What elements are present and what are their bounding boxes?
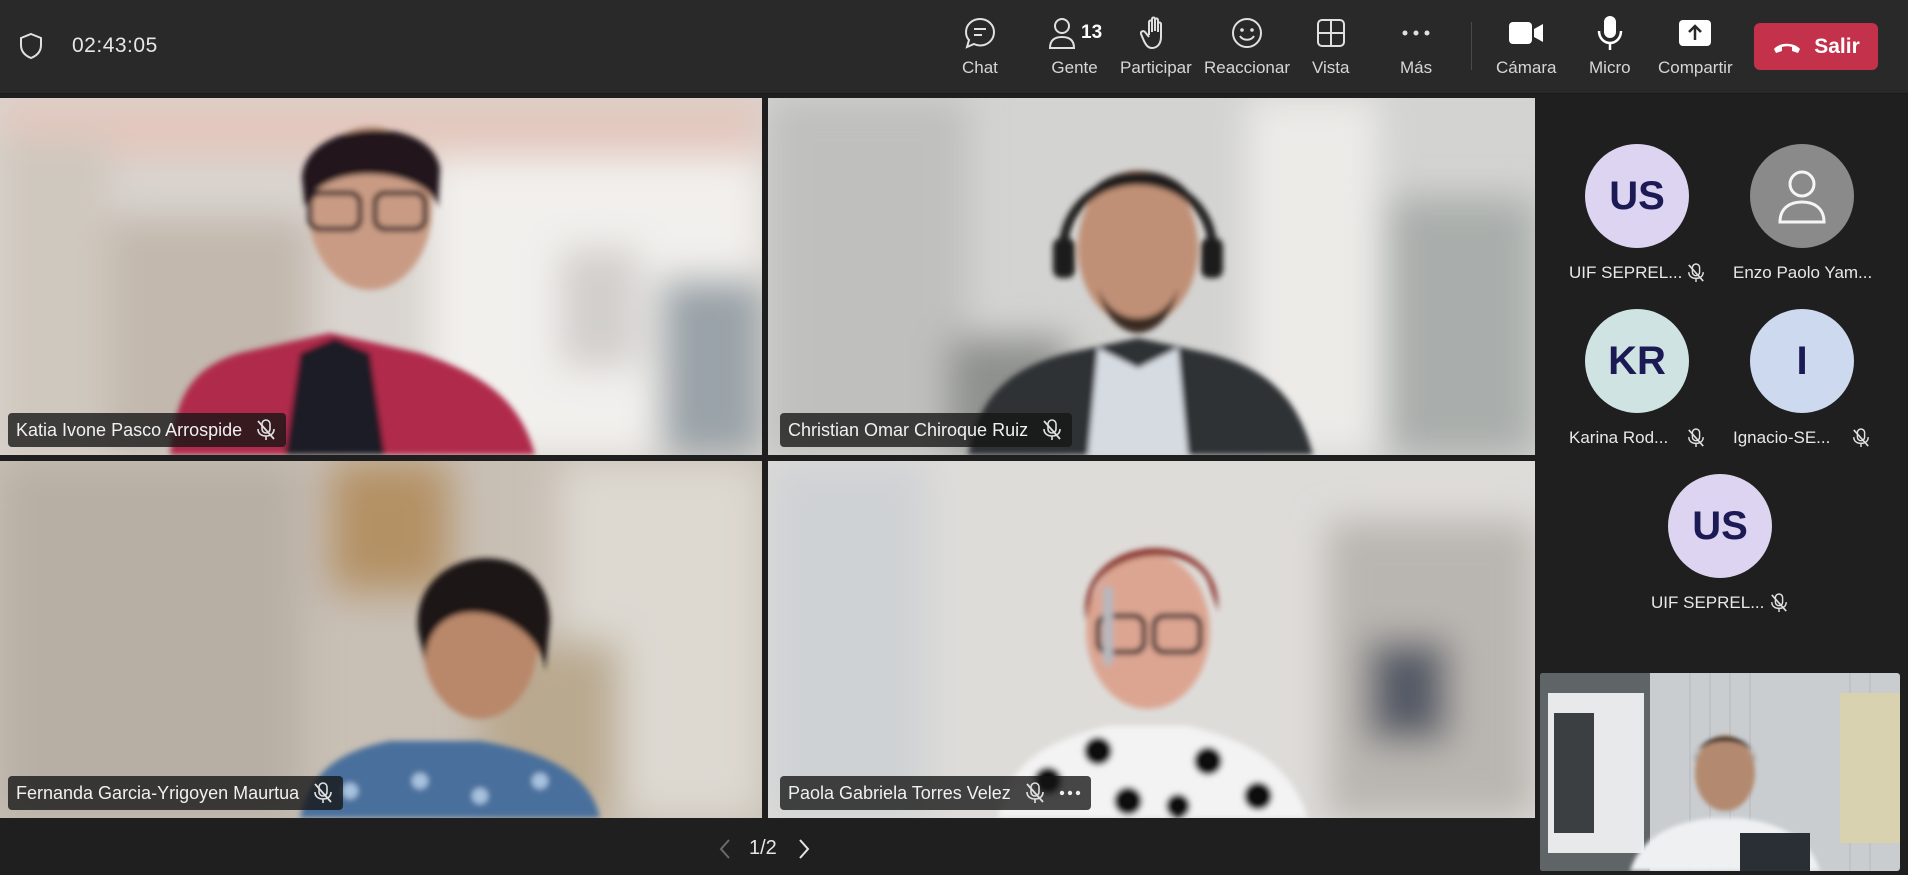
people-icon (1048, 18, 1076, 49)
nametag: Christian Omar Chiroque Ruiz (780, 413, 1073, 447)
self-video (1540, 673, 1900, 871)
camera-button[interactable]: Cámara (1496, 14, 1556, 84)
self-view-video[interactable] (1540, 673, 1900, 871)
avatar[interactable]: KR (1585, 309, 1689, 413)
nametag: Katia Ivone Pasco Arrospide (8, 413, 287, 447)
participant-name: Fernanda Garcia-Yrigoyen Maurtua (16, 782, 300, 803)
more-options-icon[interactable] (1059, 790, 1081, 796)
people-label: Gente (1051, 58, 1098, 77)
meeting-timer: 02:43:05 (72, 34, 158, 57)
chat-icon (963, 14, 997, 52)
video-tile-2[interactable]: Christian Omar Chiroque Ruiz (768, 98, 1535, 455)
view-button[interactable]: Vista (1312, 14, 1350, 84)
participant-name: Karina Rod... (1569, 428, 1669, 447)
participant-name: Paola Gabriela Torres Velez (788, 782, 1011, 803)
avatar-initials: KR (1608, 338, 1666, 383)
meeting-toolbar: 02:43:05 Chat 13 Gente Participar Reacci… (0, 0, 1908, 94)
chat-label: Chat (962, 58, 998, 77)
video-tile-1[interactable]: Katia Ivone Pasco Arrospide (0, 98, 762, 455)
chat-button[interactable]: Chat (962, 14, 998, 84)
more-icon (1401, 14, 1431, 52)
avatar-initials: I (1796, 338, 1808, 383)
hand-icon (1139, 14, 1172, 52)
nametag: Fernanda Garcia-Yrigoyen Maurtua (8, 776, 344, 810)
people-count: 13 (1081, 22, 1103, 43)
participant-name: Christian Omar Chiroque Ruiz (788, 419, 1029, 440)
mic-off-icon (1771, 593, 1787, 612)
avatar[interactable]: US (1668, 474, 1772, 578)
page-indicator: 1/2 (749, 837, 777, 859)
more-label: Más (1400, 58, 1433, 77)
people-button[interactable]: 13 Gente (1047, 14, 1102, 84)
mic-off-icon (257, 419, 275, 440)
mic-button[interactable]: Micro (1589, 14, 1631, 84)
mic-off-icon (1043, 419, 1061, 440)
toolbar-divider (1471, 22, 1472, 70)
leave-label: Salir (1814, 34, 1860, 58)
share-icon (1678, 14, 1712, 52)
avatar[interactable] (1750, 144, 1854, 248)
camera-icon (1508, 14, 1544, 52)
react-label: Reaccionar (1204, 58, 1290, 77)
leave-button[interactable]: Salir (1754, 23, 1878, 70)
participant-name: Ignacio-SE... (1733, 428, 1831, 447)
mic-off-icon (1688, 263, 1704, 282)
participant-name: UIF SEPREL... (1651, 593, 1765, 612)
avatar[interactable]: I (1750, 309, 1854, 413)
mic-off-icon (1853, 428, 1869, 447)
avatar-initials: US (1609, 173, 1665, 218)
mic-off-icon (314, 782, 332, 803)
react-button[interactable]: Reaccionar (1204, 14, 1290, 84)
person-icon (1778, 170, 1826, 224)
view-label: Vista (1312, 58, 1350, 77)
mic-off-icon (1025, 782, 1044, 803)
shield-icon[interactable] (18, 32, 44, 60)
nametag: Paola Gabriela Torres Velez (780, 776, 1091, 810)
chevron-right-icon[interactable] (797, 838, 811, 860)
chevron-left-icon[interactable] (718, 838, 732, 860)
share-label: Compartir (1658, 58, 1733, 77)
camera-label: Cámara (1496, 58, 1557, 77)
participant-name: Katia Ivone Pasco Arrospide (16, 419, 243, 440)
participant-name: Enzo Paolo Yam... (1733, 263, 1873, 282)
microphone-icon (1596, 14, 1624, 52)
mic-label: Micro (1589, 58, 1631, 77)
participant-video (768, 461, 1535, 818)
hang-up-icon (1774, 43, 1801, 53)
video-tile-4[interactable]: Paola Gabriela Torres Velez (768, 461, 1535, 818)
raise-hand-label: Participar (1120, 58, 1192, 77)
avatar-initials: US (1692, 503, 1748, 548)
more-button[interactable]: Más (1400, 14, 1432, 84)
participant-video (0, 461, 762, 818)
smiley-icon (1230, 14, 1264, 52)
participant-video (0, 98, 762, 455)
participant-video (768, 98, 1535, 455)
share-button[interactable]: Compartir (1658, 14, 1733, 84)
grid-view-icon (1316, 14, 1346, 52)
participant-name: UIF SEPREL... (1569, 263, 1683, 282)
people-icon-wrap: 13 (1047, 14, 1102, 52)
avatar[interactable]: US (1585, 144, 1689, 248)
video-tile-3[interactable]: Fernanda Garcia-Yrigoyen Maurtua (0, 461, 762, 818)
mic-off-icon (1688, 428, 1704, 447)
raise-hand-button[interactable]: Participar (1120, 14, 1192, 84)
